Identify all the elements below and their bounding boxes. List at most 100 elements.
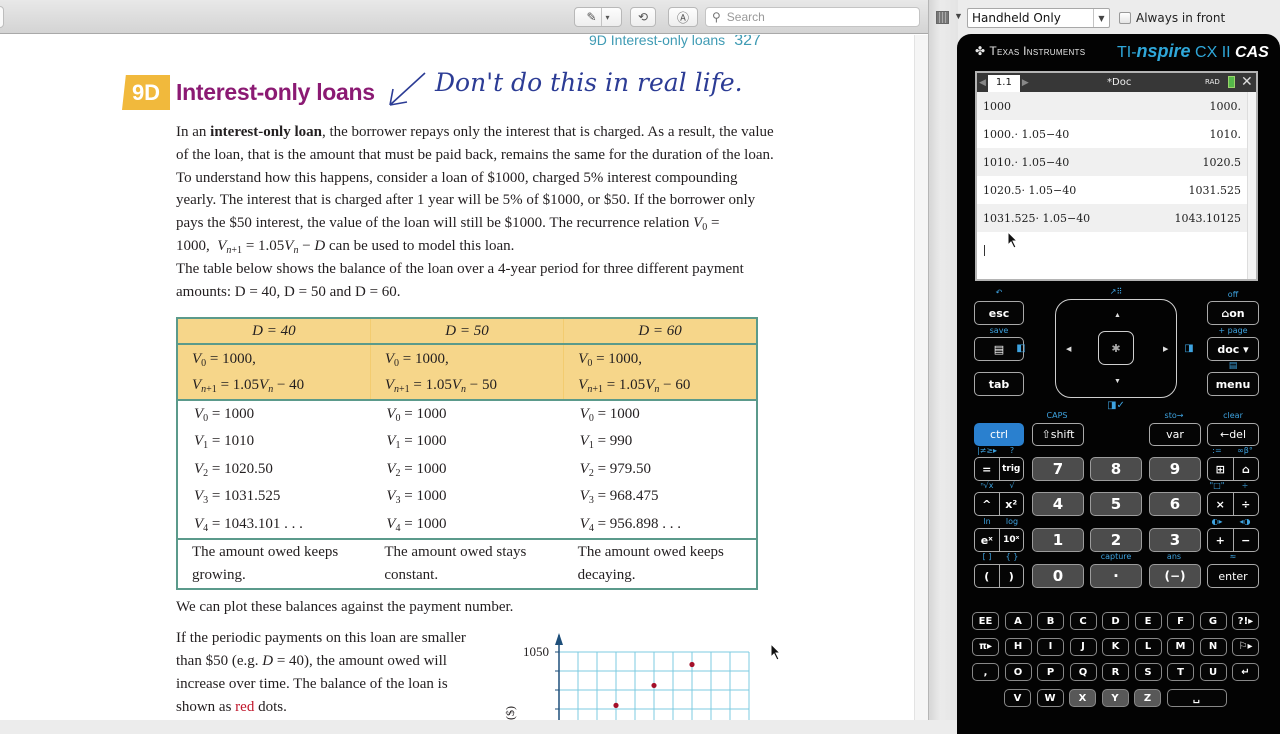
alpha-key-symsym[interactable]: π▸ (972, 637, 999, 656)
doc-key[interactable]: doc ▾ (1207, 337, 1259, 361)
alpha-key-s[interactable]: S (1134, 663, 1162, 681)
menu-key[interactable]: menu (1207, 372, 1259, 396)
alpha-key-z[interactable]: Z (1134, 689, 1161, 707)
decimal-key[interactable]: · (1090, 564, 1142, 588)
key-3[interactable]: 3 (1149, 528, 1201, 552)
alpha-key-t[interactable]: T (1167, 663, 1194, 681)
view-mode-select[interactable]: Handheld Only ▼ (967, 8, 1110, 28)
up-arrow-icon[interactable]: ▲ (1114, 312, 1121, 319)
history-row[interactable]: 1020.5· 1.05−40 1031.525 (977, 176, 1249, 204)
alpha-key-h[interactable]: H (1004, 637, 1032, 656)
trig-key[interactable]: trig (998, 458, 1024, 480)
alpha-key-o[interactable]: O (1004, 663, 1032, 681)
caret-key[interactable]: ^ (975, 493, 999, 515)
alpha-key-b[interactable]: B (1037, 612, 1064, 630)
paragraph-text: D (262, 653, 274, 669)
tab-left-arrow-icon[interactable]: ◀ (979, 78, 986, 88)
alpha-key-sym[interactable]: , (972, 663, 999, 681)
calculator-screen[interactable]: ◀ 1.1 ▶ *Doc RAD ✕ 1000 1000. 1000.· 1.05−… (975, 71, 1258, 281)
key-5[interactable]: 5 (1090, 492, 1142, 516)
alpha-key-r[interactable]: R (1102, 663, 1129, 681)
calculator-icon[interactable] (936, 11, 949, 24)
left-arrow-icon[interactable]: ◀ (1066, 345, 1071, 353)
text-cursor[interactable] (984, 245, 985, 256)
key-4[interactable]: 4 (1032, 492, 1084, 516)
tab-key[interactable]: tab (974, 372, 1024, 396)
alpha-key-m[interactable]: M (1167, 637, 1194, 656)
alpha-key-c[interactable]: C (1069, 612, 1097, 630)
ten-power-key[interactable]: 10ˣ (998, 529, 1024, 551)
key-6[interactable]: 6 (1149, 492, 1201, 516)
minus-key[interactable]: − (1232, 529, 1259, 551)
templates-key[interactable]: ⊞ (1208, 458, 1233, 480)
del-key[interactable]: ←del (1207, 423, 1259, 446)
history-row[interactable]: 1000 1000. (977, 92, 1249, 120)
key-0[interactable]: 0 (1032, 564, 1084, 588)
chevron-down-icon[interactable]: ▼ (954, 11, 963, 21)
alpha-key-d[interactable]: D (1102, 612, 1129, 630)
alpha-key-symsymsym[interactable]: ?!▸ (1232, 612, 1259, 630)
negative-key[interactable]: (−) (1149, 564, 1201, 588)
divide-key[interactable]: ÷ (1232, 493, 1259, 515)
alpha-key-e[interactable]: E (1134, 612, 1162, 630)
alpha-key-symsym[interactable]: ⚐▸ (1232, 637, 1259, 656)
ctrl-key[interactable]: ctrl (974, 423, 1024, 446)
screen-scrollbar[interactable] (1247, 92, 1256, 279)
rotate-button[interactable]: ⟲ (630, 7, 656, 27)
key-8[interactable]: 8 (1090, 457, 1142, 481)
page-tab[interactable]: 1.1 (987, 75, 1020, 92)
plus-key[interactable]: + (1208, 529, 1233, 551)
left-paren-key[interactable]: ( (975, 565, 999, 587)
alpha-key-ee[interactable]: EE (972, 612, 999, 630)
alpha-key-sym[interactable]: ↵ (1232, 663, 1259, 681)
alpha-key-i[interactable]: I (1037, 637, 1064, 656)
down-arrow-icon[interactable]: ▼ (1114, 378, 1121, 385)
right-arrow-icon[interactable]: ▶ (1163, 345, 1168, 353)
alpha-key-v[interactable]: V (1004, 689, 1031, 707)
exp-key[interactable]: eˣ (975, 529, 999, 551)
key-1[interactable]: 1 (1032, 528, 1084, 552)
chevron-down-icon[interactable]: ▾ (606, 13, 610, 22)
alpha-key-x[interactable]: X (1069, 689, 1096, 707)
search-input[interactable]: ⚲ Search (705, 7, 920, 27)
alpha-key-p[interactable]: P (1037, 663, 1064, 681)
key-2[interactable]: 2 (1090, 528, 1142, 552)
vertical-scrollbar[interactable] (914, 35, 928, 720)
tab-right-arrow-icon[interactable]: ▶ (1022, 78, 1029, 88)
on-key[interactable]: ⌂on (1207, 301, 1259, 325)
touchpad-click-icon[interactable]: ✱ (1098, 331, 1134, 365)
alpha-key-a[interactable]: A (1004, 612, 1032, 630)
close-icon[interactable]: ✕ (1241, 74, 1253, 90)
alpha-key-k[interactable]: K (1102, 637, 1129, 656)
sidebar-toggle-button[interactable] (0, 6, 4, 28)
esc-key[interactable]: esc (974, 301, 1024, 325)
square-key[interactable]: x² (998, 493, 1024, 515)
multiply-key[interactable]: × (1208, 493, 1233, 515)
key-9[interactable]: 9 (1149, 457, 1201, 481)
enter-key[interactable]: enter (1207, 564, 1259, 588)
catalog-key[interactable]: ⌂ (1232, 458, 1259, 480)
right-paren-key[interactable]: ) (998, 565, 1024, 587)
equals-key[interactable]: = (975, 458, 999, 480)
alpha-key-w[interactable]: W (1036, 689, 1064, 707)
shift-key[interactable]: ⇧shift (1032, 423, 1084, 446)
alpha-key-g[interactable]: G (1199, 612, 1227, 630)
alpha-key-n[interactable]: N (1199, 637, 1227, 656)
history-row[interactable]: 1010.· 1.05−40 1020.5 (977, 148, 1249, 176)
alpha-key-f[interactable]: F (1167, 612, 1194, 630)
alpha-key-u[interactable]: U (1199, 663, 1227, 681)
pen-markup-button[interactable]: ✎ ▾ (574, 7, 622, 27)
touchpad[interactable]: ▲ ▼ ◀ ▶ ✱ (1055, 299, 1177, 398)
space-key[interactable]: ␣ (1166, 689, 1227, 707)
alpha-key-q[interactable]: Q (1069, 663, 1097, 681)
history-row[interactable]: 1000.· 1.05−40 1010. (977, 120, 1249, 148)
alpha-key-j[interactable]: J (1069, 637, 1097, 656)
alpha-key-l[interactable]: L (1134, 637, 1162, 656)
var-key[interactable]: var (1149, 423, 1201, 446)
checkbox-box[interactable] (1119, 12, 1131, 24)
markup-toolbar-button[interactable]: Ⓐ (668, 7, 698, 27)
key-7[interactable]: 7 (1032, 457, 1084, 481)
alpha-key-y[interactable]: Y (1101, 689, 1129, 707)
history-row[interactable]: 1031.525· 1.05−40 1043.10125 (977, 204, 1249, 232)
always-in-front-checkbox[interactable]: Always in front (1119, 11, 1225, 25)
